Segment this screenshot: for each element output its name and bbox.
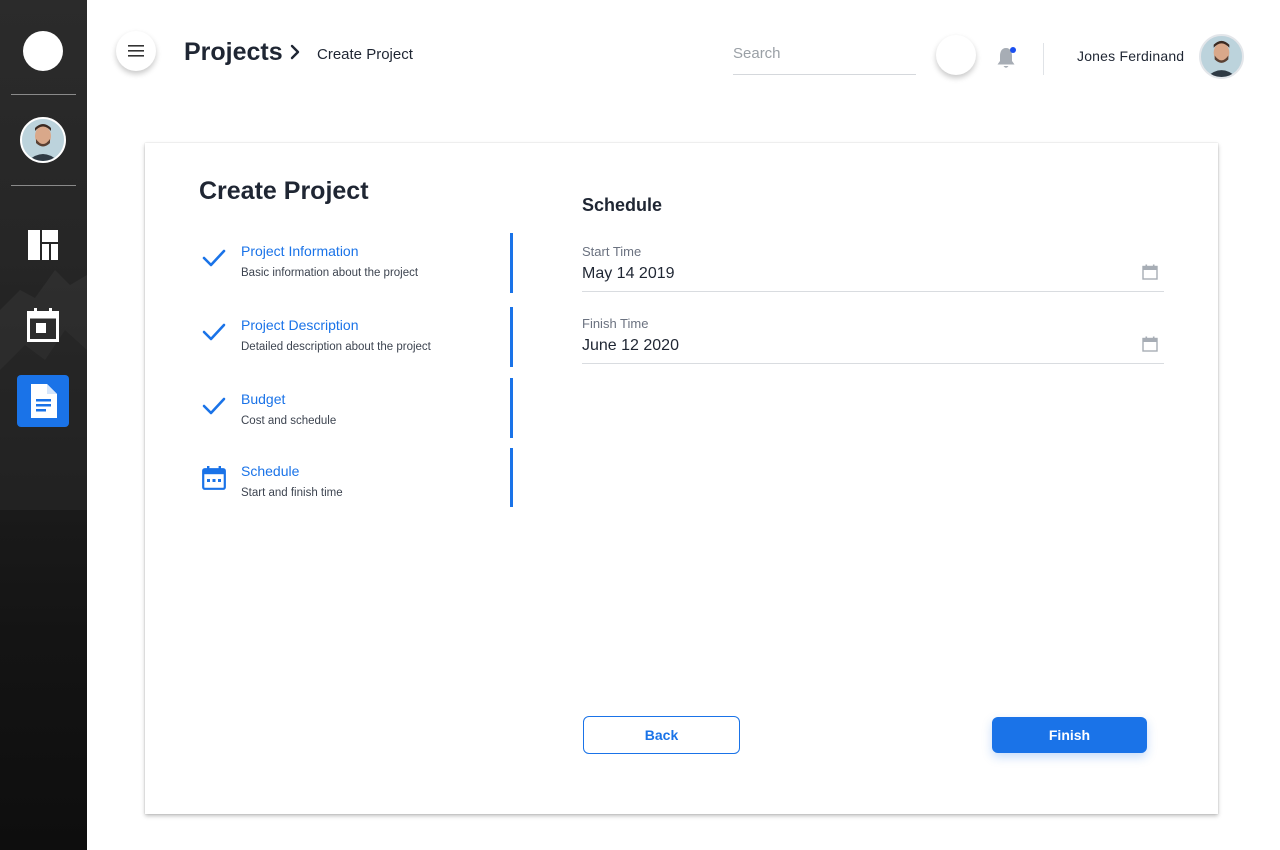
document-icon — [31, 384, 57, 418]
step-description: Start and finish time — [241, 487, 343, 499]
section-title: Schedule — [582, 195, 663, 215]
start-time-field[interactable]: Start Time May 14 2019 — [582, 244, 1164, 292]
back-button[interactable]: Back — [583, 716, 740, 754]
calendar-icon — [199, 463, 229, 493]
avatar-portrait-icon — [22, 119, 64, 161]
field-label: Start Time — [582, 244, 642, 259]
notification-badge — [1010, 47, 1016, 53]
step-indicator-bar — [510, 378, 513, 438]
dashboard-icon — [28, 230, 58, 260]
field-label: Finish Time — [582, 316, 649, 331]
check-icon — [199, 317, 229, 347]
sidebar-avatar[interactable] — [20, 117, 66, 163]
header-divider — [1043, 43, 1044, 75]
step-label: Budget — [241, 391, 286, 407]
app-logo[interactable] — [23, 31, 63, 71]
step-label: Schedule — [241, 463, 300, 479]
sidebar-item-dashboard[interactable] — [17, 219, 69, 271]
step-description: Detailed description about the project — [241, 341, 431, 353]
user-name[interactable]: Jones Ferdinand — [1077, 48, 1184, 64]
avatar-portrait-icon — [1201, 36, 1242, 77]
calendar-icon[interactable] — [1142, 336, 1158, 352]
field-value[interactable]: May 14 2019 — [582, 265, 675, 283]
create-project-card: Create Project Project Information Basic… — [145, 143, 1218, 814]
sidebar-divider — [11, 185, 76, 186]
step-label: Project Description — [241, 317, 359, 333]
menu-button[interactable] — [116, 31, 156, 71]
step-label: Project Information — [241, 243, 359, 259]
step-schedule[interactable]: Schedule Start and finish time — [199, 463, 514, 503]
hamburger-icon — [128, 45, 144, 57]
chevron-right-icon — [290, 44, 300, 60]
card-title: Create Project — [199, 177, 369, 205]
sidebar — [0, 0, 87, 850]
step-project-description[interactable]: Project Description Detailed description… — [199, 317, 514, 357]
step-budget[interactable]: Budget Cost and schedule — [199, 391, 514, 431]
finish-button[interactable]: Finish — [992, 717, 1147, 753]
sidebar-item-calendar[interactable] — [17, 299, 69, 351]
step-indicator-bar — [510, 307, 513, 367]
step-indicator-bar — [510, 233, 513, 293]
check-icon — [199, 391, 229, 421]
calendar-icon[interactable] — [1142, 264, 1158, 280]
step-description: Basic information about the project — [241, 267, 419, 279]
user-avatar[interactable] — [1199, 34, 1244, 79]
check-icon — [199, 243, 229, 273]
sidebar-divider — [11, 94, 76, 95]
finish-time-field[interactable]: Finish Time June 12 2020 — [582, 316, 1164, 364]
step-project-information[interactable]: Project Information Basic information ab… — [199, 243, 514, 283]
calendar-icon — [27, 308, 59, 342]
step-indicator-bar — [510, 448, 513, 507]
theme-toggle-button[interactable] — [936, 35, 976, 75]
step-description: Cost and schedule — [241, 415, 337, 427]
search-input[interactable] — [733, 40, 916, 75]
breadcrumb-projects[interactable]: Projects — [184, 38, 283, 67]
field-value[interactable]: June 12 2020 — [582, 337, 679, 355]
breadcrumb-create-project: Create Project — [317, 46, 413, 63]
sidebar-item-documents[interactable] — [17, 375, 69, 427]
